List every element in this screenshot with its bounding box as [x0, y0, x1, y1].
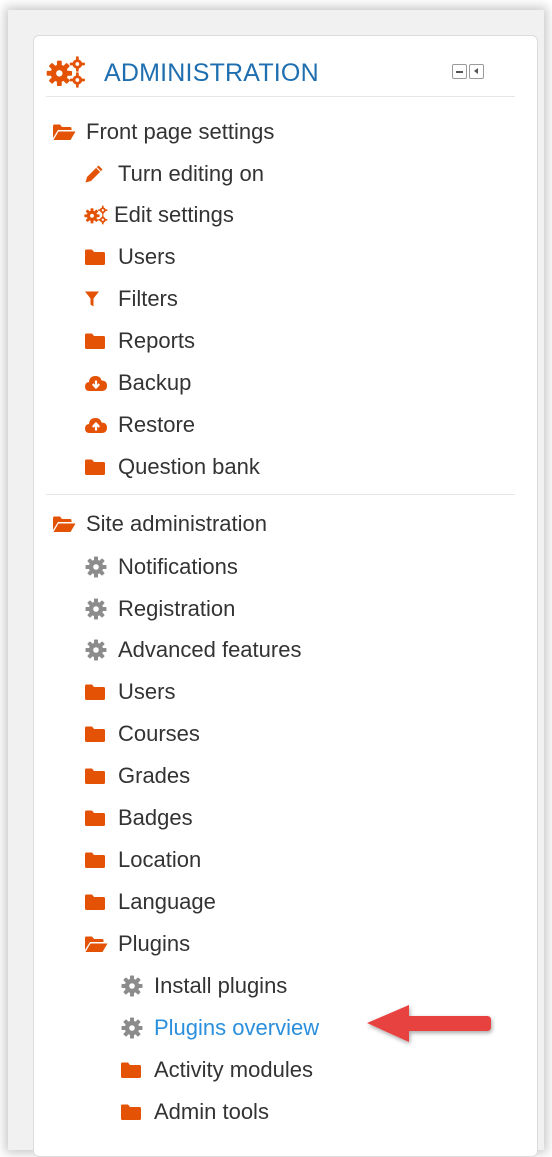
gears-icon [84, 200, 114, 230]
gear-icon [84, 594, 118, 624]
folder-icon [84, 677, 118, 707]
gear-icon [84, 552, 118, 582]
dock-button[interactable] [469, 64, 484, 79]
folder-icon [84, 326, 118, 356]
gear-icon [84, 635, 118, 665]
tree-item-install-plugins[interactable]: Install plugins [120, 971, 287, 1001]
tree-item-label: Question bank [118, 454, 260, 479]
folder-icon [84, 761, 118, 791]
tree-node-front-page-settings[interactable]: Front page settings [52, 117, 274, 147]
folder-icon [120, 1097, 154, 1127]
folder-icon [84, 242, 118, 272]
tree-item-label: Backup [118, 370, 192, 395]
tree-item-advanced-features[interactable]: Advanced features [84, 635, 301, 665]
tree-node-label: Plugins [118, 931, 191, 956]
folder-icon [84, 803, 118, 833]
tree-item-label: Users [118, 679, 176, 704]
tree-item-plugins-overview[interactable]: Plugins overview [120, 1013, 319, 1043]
tree-item-filters[interactable]: Filters [84, 284, 178, 314]
tree-item-label: Badges [118, 805, 193, 830]
tree-node-reports[interactable]: Reports [84, 326, 195, 356]
cloud-upload-icon [84, 410, 118, 440]
folder-icon [84, 452, 118, 482]
block-title: ADMINISTRATION [104, 59, 319, 87]
folder-open-icon [84, 929, 118, 959]
tree-node-label: Site administration [86, 511, 267, 536]
tree-node-site-administration[interactable]: Site administration [52, 509, 267, 539]
folder-icon [84, 719, 118, 749]
gear-icon [120, 971, 154, 1001]
tree-item-label: Reports [118, 328, 196, 353]
tree-item-label: Notifications [118, 554, 238, 579]
tree-node-question-bank[interactable]: Question bank [84, 452, 260, 482]
administration-block: ADMINISTRATION Front page settings Turn … [33, 35, 538, 1157]
tree-item-label: Users [118, 244, 176, 269]
cloud-download-icon [84, 368, 118, 398]
tree-node-language[interactable]: Language [84, 887, 216, 917]
tree-node-users[interactable]: Users [84, 677, 175, 707]
tree-item-label: Admin tools [154, 1099, 269, 1124]
tree-node-courses[interactable]: Courses [84, 719, 200, 749]
tree-node-plugins[interactable]: Plugins [84, 929, 190, 959]
red-arrow-icon [367, 1005, 491, 1042]
section-divider [46, 494, 515, 495]
tree-node-grades[interactable]: Grades [84, 761, 190, 791]
tree-node-badges[interactable]: Badges [84, 803, 193, 833]
tree-item-label: Courses [118, 721, 200, 746]
tree-node-location[interactable]: Location [84, 845, 201, 875]
tree-item-backup[interactable]: Backup [84, 368, 191, 398]
tree-item-label: Language [118, 889, 216, 914]
tree-node-activity-modules[interactable]: Activity modules [120, 1055, 313, 1085]
minimize-button[interactable] [452, 64, 467, 79]
tree-item-label: Location [118, 847, 202, 872]
tree-node-users[interactable]: Users [84, 242, 175, 272]
folder-open-icon [52, 509, 86, 539]
tree-item-edit-settings[interactable]: Edit settings [84, 200, 234, 230]
tree-item-label: Plugins overview [154, 1015, 320, 1040]
tree-node-admin-tools[interactable]: Admin tools [120, 1097, 269, 1127]
folder-icon [84, 887, 118, 917]
gears-icon [46, 56, 86, 93]
tree-item-label: Registration [118, 596, 236, 621]
tree-item-notifications[interactable]: Notifications [84, 552, 238, 582]
tree-item-registration[interactable]: Registration [84, 594, 235, 624]
pencil-icon [84, 159, 118, 189]
folder-icon [84, 845, 118, 875]
tree-item-turn-editing-on[interactable]: Turn editing on [84, 159, 264, 189]
tree-item-label: Edit settings [114, 202, 234, 227]
gear-icon [120, 1013, 154, 1043]
tree-item-label: Grades [118, 763, 191, 788]
folder-open-icon [52, 117, 86, 147]
tree-item-label: Advanced features [118, 637, 302, 662]
tree-item-label: Filters [118, 286, 178, 311]
tree-node-label: Front page settings [86, 119, 275, 144]
tree-item-label: Install plugins [154, 973, 288, 998]
block-header: ADMINISTRATION [46, 52, 515, 97]
tree-item-label: Turn editing on [118, 161, 264, 186]
folder-icon [120, 1055, 154, 1085]
tree-item-label: Restore [118, 412, 196, 437]
tree-item-label: Activity modules [154, 1057, 313, 1082]
tree-item-restore[interactable]: Restore [84, 410, 195, 440]
filter-icon [84, 284, 118, 314]
